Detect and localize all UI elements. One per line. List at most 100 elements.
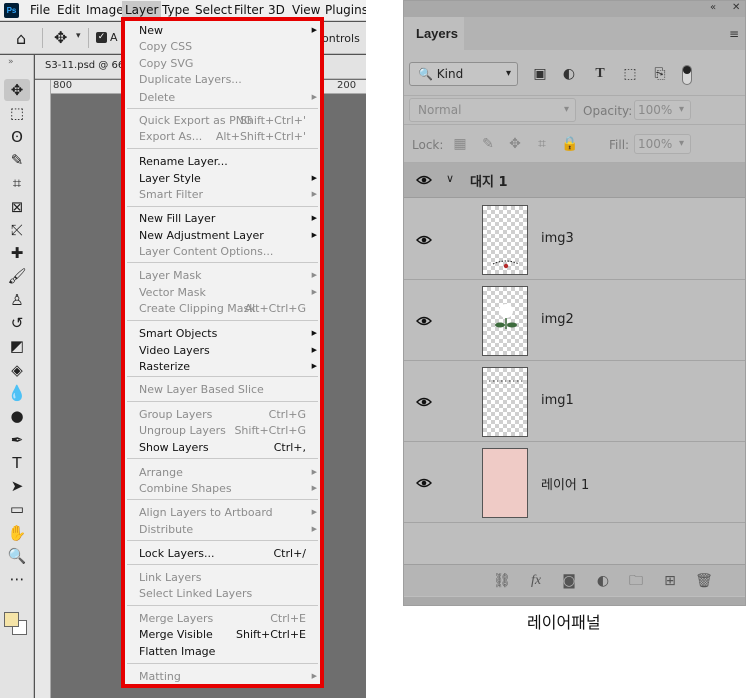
lasso-icon[interactable]: ʘ [4, 126, 30, 148]
menu-item-layer-style[interactable]: Layer Style ▶ [125, 172, 320, 187]
menu-filter[interactable]: Filter [234, 3, 264, 17]
healing-icon[interactable]: ✚ [4, 242, 30, 264]
chevron-down-icon[interactable]: ∨ [446, 172, 454, 185]
lock-position-icon[interactable]: ✥ [505, 134, 525, 154]
menu-file[interactable]: File [30, 3, 50, 17]
layer-row-img3[interactable]: img3 [404, 199, 745, 280]
type-icon[interactable]: T [4, 452, 30, 474]
menu-item-distribute: Distribute ▶ [125, 523, 320, 538]
layer-row-img1[interactable]: img1 [404, 361, 745, 442]
menu-type[interactable]: Type [162, 3, 190, 17]
menu-item-label: Delete [139, 91, 176, 104]
brush-icon[interactable]: 🖌 [4, 265, 30, 287]
quick-select-icon[interactable]: ✎ [4, 149, 30, 171]
opacity-input[interactable]: 100% ▾ [634, 100, 691, 120]
hand-icon[interactable]: ✋ [4, 522, 30, 544]
rectangle-icon[interactable]: ▭ [4, 498, 30, 520]
new-layer-icon[interactable]: ⊞ [660, 572, 680, 590]
blend-mode-select[interactable]: Normal ▾ [409, 98, 576, 122]
collapse-icon[interactable]: « [710, 2, 716, 13]
panel-menu-icon[interactable]: ≡ [729, 27, 739, 41]
eyedropper-icon[interactable]: ⤪ [4, 219, 30, 241]
adjustment-icon[interactable]: ◐ [593, 572, 613, 590]
menu-item-new[interactable]: New ▶ [125, 24, 320, 39]
menu-item-new-fill-layer[interactable]: New Fill Layer ▶ [125, 212, 320, 227]
visibility-eye-icon[interactable] [416, 235, 432, 245]
type-filter-icon[interactable]: T [590, 64, 610, 84]
blur-icon[interactable]: 💧 [4, 382, 30, 404]
visibility-eye-icon[interactable] [416, 316, 432, 326]
menu-item-merge-visible[interactable]: Merge Visible Shift+Ctrl+E [125, 628, 320, 643]
dodge-icon[interactable]: ● [4, 405, 30, 427]
menu-view[interactable]: View [292, 3, 320, 17]
fill-input[interactable]: 100% ▾ [634, 134, 691, 154]
lock-all-icon[interactable]: 🔒 [560, 134, 580, 154]
menu-image[interactable]: Image [86, 3, 124, 17]
menu-item-rename-layer[interactable]: Rename Layer... [125, 155, 320, 170]
eraser-icon[interactable]: ◩ [4, 335, 30, 357]
image-filter-icon[interactable]: ▣ [530, 64, 550, 84]
menu-item-label: Video Layers [139, 344, 210, 357]
menu-item-shortcut: Shift+Ctrl+G [234, 424, 306, 437]
shape-filter-icon[interactable]: ⬚ [620, 64, 640, 84]
menu-item-new-adjustment-layer[interactable]: New Adjustment Layer ▶ [125, 229, 320, 244]
menu-item-create-clipping-mask: Create Clipping Mask Alt+Ctrl+G [125, 302, 320, 317]
close-icon[interactable]: ✕ [732, 2, 740, 13]
menu-plugins[interactable]: Plugins [325, 3, 366, 17]
visibility-eye-icon[interactable] [416, 175, 432, 185]
foreground-color-swatch[interactable] [4, 612, 19, 627]
zoom-icon[interactable]: 🔍 [4, 545, 30, 567]
crop-icon[interactable]: ⌗ [4, 172, 30, 194]
artboard-group-row[interactable]: ∨ 대지 1 [404, 163, 745, 198]
menu-select[interactable]: Select [195, 3, 232, 17]
move-tool-icon[interactable]: ✥ [54, 28, 67, 47]
folder-icon[interactable]: 🗀 [626, 572, 646, 590]
history-brush-icon[interactable]: ↺ [4, 312, 30, 334]
path-select-icon[interactable]: ➤ [4, 475, 30, 497]
menu-item-rasterize[interactable]: Rasterize ▶ [125, 360, 320, 375]
pen-icon[interactable]: ✒ [4, 429, 30, 451]
filter-toggle[interactable] [682, 65, 692, 85]
marquee-icon[interactable]: ⬚ [4, 102, 30, 124]
link-icon[interactable]: ⛓ [492, 572, 512, 590]
menu-separator [127, 108, 318, 109]
bucket-icon[interactable]: ◈ [4, 359, 30, 381]
tab-layers[interactable]: Layers [404, 17, 464, 50]
mask-icon[interactable]: ◙ [559, 572, 579, 590]
lock-transparent-icon[interactable]: ▦ [450, 134, 470, 154]
adjustment-filter-icon[interactable]: ◐ [559, 64, 579, 84]
menu-item-smart-objects[interactable]: Smart Objects ▶ [125, 327, 320, 342]
menu-edit[interactable]: Edit [57, 3, 80, 17]
layer-name: 레이어 1 [541, 478, 590, 493]
frame-icon[interactable]: ⊠ [4, 196, 30, 218]
move-icon[interactable]: ✥ [4, 79, 30, 101]
trash-icon[interactable]: 🗑 [694, 572, 714, 590]
home-icon[interactable]: ⌂ [16, 29, 26, 48]
menu-item-video-layers[interactable]: Video Layers ▶ [125, 344, 320, 359]
menu-3d[interactable]: 3D [268, 3, 285, 17]
menu-item-label: Select Linked Layers [139, 587, 253, 600]
panel-resize-strip[interactable] [404, 597, 745, 605]
smart-object-filter-icon[interactable]: ⎘ [650, 64, 670, 84]
filter-kind-select[interactable]: 🔍 Kind ▾ [409, 62, 518, 86]
auto-select-checkbox[interactable]: ✓ [96, 32, 107, 43]
lock-artboard-icon[interactable]: ⌗ [532, 134, 552, 154]
menu-item-flatten-image[interactable]: Flatten Image [125, 645, 320, 660]
grip-icon[interactable]: » [8, 57, 14, 67]
menu-item-lock-layers[interactable]: Lock Layers... Ctrl+/ [125, 547, 320, 562]
fx-icon[interactable]: fx [526, 572, 546, 590]
visibility-eye-icon[interactable] [416, 397, 432, 407]
lock-pixels-icon[interactable]: ✎ [478, 134, 498, 154]
stamp-icon[interactable]: ♙ [4, 289, 30, 311]
menu-separator [127, 320, 318, 321]
layer-row-layer1[interactable]: 레이어 1 [404, 442, 745, 523]
panel-tab-bar: Layers ≡ [404, 17, 745, 50]
visibility-eye-icon[interactable] [416, 478, 432, 488]
menu-separator [127, 401, 318, 402]
menu-item-show-layers[interactable]: Show Layers Ctrl+, [125, 441, 320, 456]
chevron-down-icon[interactable]: ▾ [76, 31, 81, 41]
menu-item-label: Arrange [139, 466, 183, 479]
more-icon[interactable]: ⋯ [4, 568, 30, 590]
menu-item-label: Copy CSS [139, 40, 193, 53]
layer-row-img2[interactable]: img2 [404, 280, 745, 361]
